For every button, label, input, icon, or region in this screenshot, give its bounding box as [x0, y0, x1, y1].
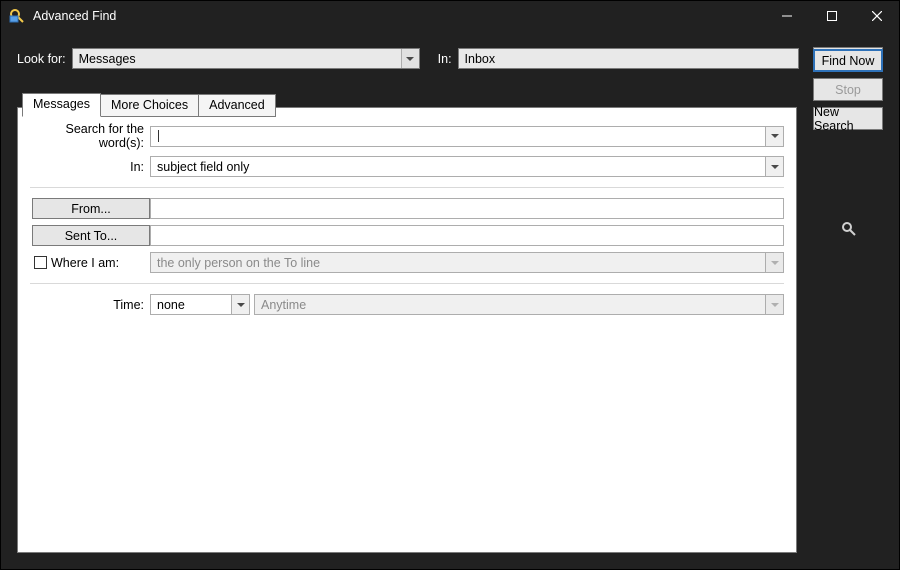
text-cursor: [158, 130, 159, 142]
chevron-down-icon: [765, 295, 783, 314]
tab-messages[interactable]: Messages: [22, 93, 101, 117]
in-scope-value: Inbox: [465, 52, 496, 66]
search-in-label: In:: [30, 160, 150, 174]
look-for-value: Messages: [79, 52, 136, 66]
stop-button: Stop: [813, 78, 883, 101]
sent-to-button[interactable]: Sent To...: [32, 225, 150, 246]
where-i-am-combo: the only person on the To line: [150, 252, 784, 273]
sent-to-input[interactable]: [150, 225, 784, 246]
search-words-label: Search for the word(s):: [30, 122, 150, 150]
look-for-label: Look for:: [17, 52, 66, 66]
find-now-button[interactable]: Find Now: [813, 49, 883, 72]
minimize-button[interactable]: [764, 1, 809, 31]
titlebar: Advanced Find: [1, 1, 899, 31]
time-label: Time:: [30, 298, 150, 312]
app-icon: [9, 8, 25, 24]
chevron-down-icon: [765, 253, 783, 272]
from-button[interactable]: From...: [32, 198, 150, 219]
criteria-tabs: Messages More Choices Advanced: [22, 93, 276, 116]
chevron-down-icon[interactable]: [765, 127, 783, 146]
in-scope-label: In:: [438, 52, 452, 66]
maximize-button[interactable]: [809, 1, 854, 31]
search-in-combo[interactable]: subject field only: [150, 156, 784, 177]
divider: [30, 187, 784, 188]
advanced-find-window: Advanced Find Look for: Messages In: Inb…: [0, 0, 900, 570]
messages-form: Search for the word(s): In: subject fiel: [18, 108, 796, 552]
divider: [30, 283, 784, 284]
window-title: Advanced Find: [33, 9, 116, 23]
new-search-button[interactable]: New Search: [813, 107, 883, 130]
chevron-down-icon[interactable]: [231, 295, 249, 314]
time-mode-combo[interactable]: none: [150, 294, 250, 315]
criteria-panel: Search for the word(s): In: subject fiel: [17, 107, 797, 553]
tab-advanced[interactable]: Advanced: [198, 94, 276, 117]
minimize-icon: [782, 11, 792, 21]
close-icon: [872, 11, 882, 21]
close-button[interactable]: [854, 1, 899, 31]
search-animation-icon: [841, 221, 857, 242]
look-for-combo[interactable]: Messages: [72, 48, 420, 69]
from-input[interactable]: [150, 198, 784, 219]
maximize-icon: [827, 11, 837, 21]
window-controls: [764, 1, 899, 31]
in-scope-field[interactable]: Inbox: [458, 48, 799, 69]
content-area: Look for: Messages In: Inbox Browse... M…: [1, 31, 899, 569]
chevron-down-icon: [401, 49, 419, 68]
action-buttons: Find Now Stop New Search: [813, 49, 883, 130]
chevron-down-icon[interactable]: [765, 157, 783, 176]
where-i-am-checkbox[interactable]: [34, 256, 47, 269]
where-i-am-label: Where I am:: [51, 256, 119, 270]
search-words-input[interactable]: [150, 126, 784, 147]
search-scope-row: Look for: Messages In: Inbox Browse...: [17, 47, 883, 70]
tab-more-choices[interactable]: More Choices: [100, 94, 199, 117]
time-range-combo: Anytime: [254, 294, 784, 315]
